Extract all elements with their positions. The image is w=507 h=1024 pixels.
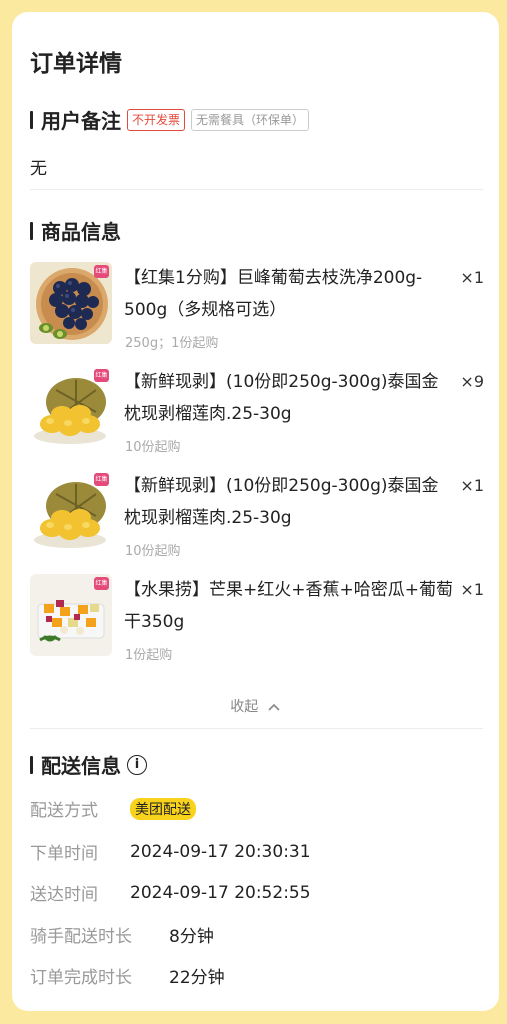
arrival-time-row: 送达时间 2024-09-17 20:52:55 <box>30 880 311 906</box>
rider-duration-row: 骑手配送时长 8分钟 <box>30 922 214 947</box>
section-bar <box>30 110 33 129</box>
goods-item[interactable]: 红集 【红集1分购】巨峰葡萄去枝洗净200g-500g（多规格可选） ×1 25… <box>30 262 484 351</box>
section-bar <box>30 221 33 240</box>
goods-item[interactable]: 红集 【水果捞】芒果+红火+香蕉+哈密瓜+葡萄干350g ×1 1份起购 <box>30 574 484 663</box>
page-title: 订单详情 <box>30 51 122 77</box>
goods-qty: ×1 <box>460 580 484 599</box>
goods-item[interactable]: 红集 【新鲜现剥】(10份即250g-300g)泰国金枕现剥榴莲肉.25-30g… <box>30 470 484 559</box>
order-time-label: 下单时间 <box>30 844 98 864</box>
order-detail-card: 订单详情 用户备注 不开发票 无需餐具（环保单） 无 商品信息 红集 【红集1分… <box>12 12 499 1011</box>
durian-image: 红集 <box>30 366 112 448</box>
collapse-label: 收起 <box>230 699 259 715</box>
section-bar <box>30 755 33 774</box>
store-badge: 红集 <box>94 265 109 278</box>
grape-image: 红集 <box>30 262 112 344</box>
remark-section-header: 用户备注 不开发票 无需餐具（环保单） <box>30 105 310 134</box>
no-invoice-tag: 不开发票 <box>127 108 186 131</box>
remark-title: 用户备注 <box>41 109 121 133</box>
delivery-method-badge: 美团配送 <box>130 797 196 820</box>
goods-spec: 10份起购 <box>125 544 181 559</box>
goods-item[interactable]: 红集 【新鲜现剥】(10份即250g-300g)泰国金枕现剥榴莲肉.25-30g… <box>30 366 484 455</box>
order-time-row: 下单时间 2024-09-17 20:30:31 <box>30 839 311 865</box>
goods-name: 【红集1分购】巨峰葡萄去枝洗净200g-500g（多规格可选） <box>124 268 423 320</box>
no-tableware-tag: 无需餐具（环保单） <box>191 108 310 131</box>
goods-name: 【新鲜现剥】(10份即250g-300g)泰国金枕现剥榴莲肉.25-30g <box>124 476 439 528</box>
delivery-section-header: 配送信息 i <box>30 750 147 779</box>
goods-name: 【新鲜现剥】(10份即250g-300g)泰国金枕现剥榴莲肉.25-30g <box>124 372 439 424</box>
divider <box>30 728 483 729</box>
completion-duration-value: 22分钟 <box>169 968 225 988</box>
delivery-title: 配送信息 <box>41 754 121 778</box>
goods-spec: 10份起购 <box>125 440 181 455</box>
arrival-time-value: 2024-09-17 20:52:55 <box>130 882 311 903</box>
goods-qty: ×1 <box>460 476 484 495</box>
rider-duration-value: 8分钟 <box>169 927 214 947</box>
chevron-up-icon <box>268 703 280 711</box>
goods-qty: ×9 <box>460 372 484 391</box>
delivery-method-row: 配送方式 美团配送 <box>30 796 196 821</box>
fruit-bowl-image: 红集 <box>30 574 112 656</box>
store-badge: 红集 <box>94 369 109 382</box>
remark-content: 无 <box>30 159 47 179</box>
info-icon[interactable]: i <box>127 754 147 775</box>
goods-title: 商品信息 <box>41 220 121 244</box>
arrival-time-label: 送达时间 <box>30 885 98 905</box>
goods-qty: ×1 <box>460 268 484 287</box>
divider <box>30 189 483 190</box>
rider-duration-label: 骑手配送时长 <box>30 927 132 947</box>
completion-duration-row: 订单完成时长 22分钟 <box>30 963 225 988</box>
goods-section-header: 商品信息 <box>30 216 121 245</box>
delivery-method-label: 配送方式 <box>30 801 98 821</box>
order-time-value: 2024-09-17 20:30:31 <box>130 841 311 862</box>
completion-duration-label: 订单完成时长 <box>30 968 132 988</box>
store-badge: 红集 <box>94 473 109 486</box>
store-badge: 红集 <box>94 577 109 590</box>
durian-image: 红集 <box>30 470 112 552</box>
collapse-button[interactable]: 收起 <box>12 696 499 716</box>
goods-spec: 1份起购 <box>125 648 173 663</box>
goods-name: 【水果捞】芒果+红火+香蕉+哈密瓜+葡萄干350g <box>124 580 453 632</box>
goods-spec: 250g；1份起购 <box>125 336 219 351</box>
